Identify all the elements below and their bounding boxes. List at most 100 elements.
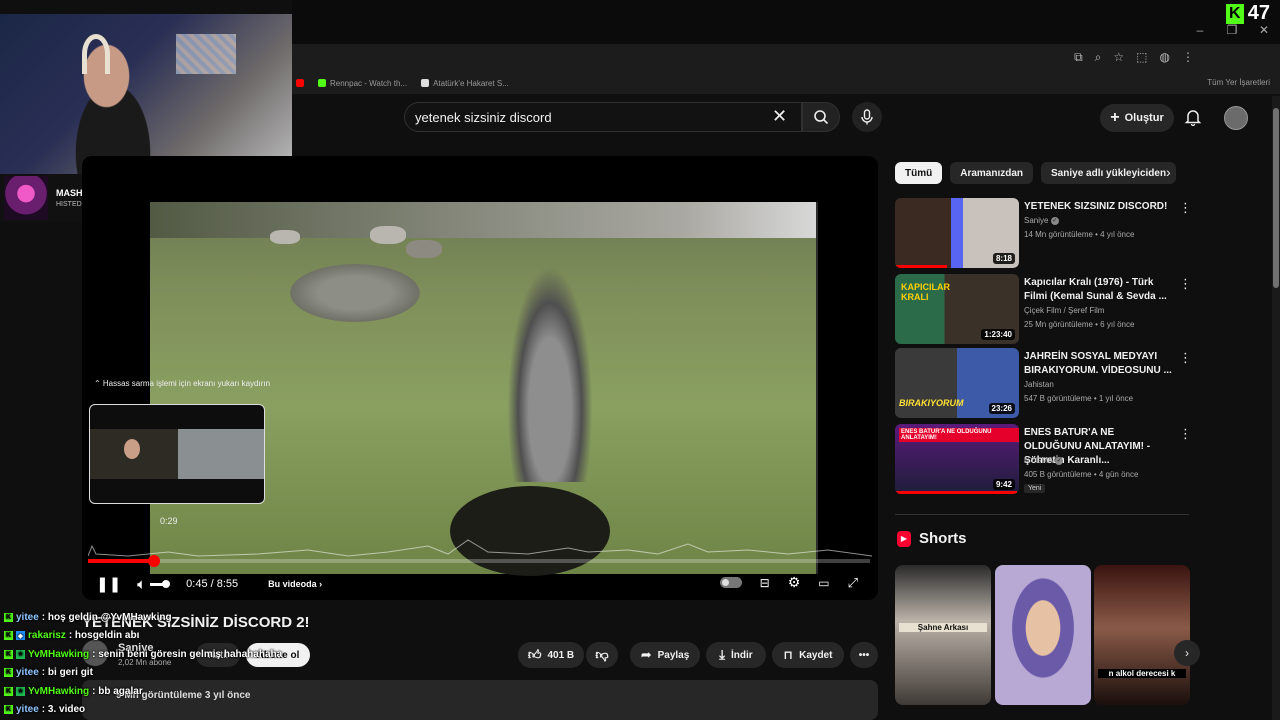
progress-played: [88, 559, 154, 563]
emu-image: [500, 242, 600, 482]
more-actions-button[interactable]: •••: [850, 642, 878, 668]
like-button[interactable]: 👍︎ 401 B: [518, 642, 584, 668]
chip-from-search[interactable]: Aramanızdan: [950, 162, 1034, 184]
recommended-video[interactable]: BIRAKIYORUM 23:26 JAHREİN SOSYAL MEDYAYI…: [895, 348, 1195, 418]
verified-icon: ✓: [1050, 216, 1059, 225]
kick-badge-icon: K: [4, 686, 13, 696]
kick-viewer-badge: K 47: [1225, 2, 1270, 25]
page-scrollbar[interactable]: [1272, 96, 1280, 720]
chat-message: K ★ YvMHawking : bb agalar: [4, 685, 143, 697]
chip-all[interactable]: Tümü: [895, 162, 943, 184]
kick-badge-icon: K: [4, 649, 13, 659]
dislike-button[interactable]: 👎︎: [586, 642, 618, 668]
settings-gear-icon[interactable]: ⚙: [788, 574, 801, 591]
browser-toolbar: ⧉ ⌕ ☆ ⬚ ◍ ⋮: [292, 44, 1280, 72]
seek-preview-time: 0:29: [160, 516, 178, 526]
chat-message: K yitee : bi geri git: [4, 667, 93, 679]
subtitles-icon[interactable]: ⊟: [760, 576, 770, 590]
verified-icon: ✓: [1055, 456, 1064, 465]
bookmark-icon: ⊓: [783, 648, 794, 662]
star-icon[interactable]: ☆: [1113, 50, 1124, 65]
new-badge: Yeni: [1024, 484, 1046, 493]
cast-icon[interactable]: ⧉: [1074, 50, 1083, 65]
kick-badge-icon: K: [4, 668, 13, 678]
more-horizontal-icon: •••: [858, 649, 870, 661]
recommended-video[interactable]: KAPICILAR KRALI 1:23:40 Kapıcılar Kralı …: [895, 274, 1195, 344]
stream-chat: K yitee : hoş geldin @YvMHawking K ◆ rak…: [4, 608, 304, 719]
shorts-logo-icon: ▶: [897, 530, 911, 547]
chapters-button[interactable]: Bu videoda ›: [268, 579, 322, 589]
headphones-image: [82, 34, 110, 74]
video-thumbnail[interactable]: BIRAKIYORUM 23:26: [895, 348, 1019, 418]
progress-bar[interactable]: [88, 555, 870, 567]
chevron-right-icon[interactable]: ›: [1174, 640, 1200, 666]
search-input[interactable]: yetenek sizsiniz discord: [404, 102, 802, 132]
minimize-button[interactable]: –: [1184, 18, 1216, 42]
kick-logo-icon: K: [1225, 3, 1244, 24]
theater-mode-icon[interactable]: ▭: [818, 576, 829, 590]
more-vertical-icon[interactable]: ⋮: [1179, 350, 1192, 366]
chip-from-uploader[interactable]: Saniye adlı yükleyiciden: [1041, 162, 1177, 184]
page-icon: [421, 79, 430, 87]
time-display: 0:45 / 8:55: [186, 578, 239, 590]
zoom-icon[interactable]: ⌕: [1095, 50, 1102, 65]
short-item[interactable]: n alkol derecesi k: [1094, 565, 1190, 705]
bookmark-item[interactable]: Atatürk'e Hakaret S...: [421, 79, 509, 88]
search-icon: [814, 110, 829, 125]
browser-titlebar: – ❐ ✕: [292, 0, 1280, 44]
kick-badge-icon: K: [4, 612, 13, 622]
chat-message: K yitee : 3. video: [4, 704, 86, 716]
kick-badge-icon: K: [4, 631, 13, 641]
short-item[interactable]: Şahne Arkası: [895, 565, 991, 705]
download-button[interactable]: ⤓ İndir: [706, 642, 766, 668]
pause-icon[interactable]: ❚❚: [96, 575, 121, 593]
clear-search-icon[interactable]: ✕: [772, 106, 787, 127]
all-bookmarks[interactable]: Tüm Yer İşaretleri: [1207, 78, 1270, 87]
bookmarks-bar: Rennpac - Watch th... Atatürk'e Hakaret …: [292, 72, 1280, 94]
subscriber-badge-icon: ★: [16, 686, 25, 696]
viewer-count: 47: [1247, 2, 1270, 24]
subscriber-badge-icon: ★: [16, 649, 25, 659]
scrubber-handle[interactable]: [147, 555, 160, 567]
search-button[interactable]: [802, 102, 840, 132]
save-button[interactable]: ⊓ Kaydet: [772, 642, 844, 668]
short-item[interactable]: [995, 565, 1091, 705]
scrollbar-thumb[interactable]: [1273, 108, 1279, 288]
thumbs-down-icon: 👎︎: [595, 647, 609, 662]
sheep-image: [270, 230, 300, 244]
player-controls: ❚❚ 🔈︎ 0:45 / 8:55 Bu videoda › ⊟ ⚙ ▭ ⤢: [82, 570, 878, 598]
video-thumbnail[interactable]: ENES BATUR'A NE OLDUĞUNU ANLATAYIM! 9:42: [895, 424, 1019, 494]
more-vertical-icon[interactable]: ⋮: [1179, 276, 1192, 292]
fullscreen-icon[interactable]: ⤢: [848, 575, 858, 591]
volume-icon[interactable]: 🔈︎: [137, 576, 146, 593]
thumbs-up-icon: 👍︎: [527, 647, 542, 662]
bookmark-youtube[interactable]: [296, 79, 304, 87]
video-thumbnail[interactable]: 8:18: [895, 198, 1019, 268]
voice-search-button[interactable]: [852, 102, 882, 132]
notifications-bell-icon[interactable]: [1184, 108, 1202, 126]
streamer-webcam: [0, 14, 292, 174]
filter-chips: Tümü Aramanızdan Saniye adlı yükleyicide…: [895, 162, 1177, 184]
video-thumbnail[interactable]: KAPICILAR KRALI 1:23:40: [895, 274, 1019, 344]
menu-icon[interactable]: ⋮: [1182, 50, 1194, 65]
more-vertical-icon[interactable]: ⋮: [1179, 200, 1192, 216]
extensions-icon[interactable]: ⬚: [1136, 50, 1147, 65]
chat-message: K ★ YvMHawking : senin beni göresin gelm…: [4, 648, 283, 660]
autoplay-toggle[interactable]: [719, 577, 742, 588]
kick-badge-icon: K: [4, 705, 13, 715]
account-avatar[interactable]: [1224, 106, 1248, 130]
more-vertical-icon[interactable]: ⋮: [1179, 426, 1192, 442]
share-button[interactable]: ➦ Paylaş: [630, 642, 700, 668]
chevron-right-icon[interactable]: ›: [1166, 164, 1171, 180]
watch-progress: [895, 265, 948, 268]
sheep-image: [370, 226, 406, 244]
chat-message: K yitee : hoş geldin @YvMHawking: [4, 611, 172, 623]
volume-slider[interactable]: [150, 579, 171, 588]
album-art: [4, 176, 48, 220]
create-button[interactable]: + Oluştur: [1100, 104, 1174, 132]
profile-icon[interactable]: ◍: [1160, 50, 1170, 65]
recommended-video[interactable]: 8:18 YETENEK SIZSINIZ DISCORD! Saniye ✓ …: [895, 198, 1195, 268]
precise-seek-hint: ⌃ Hassas sarma işlemi için ekranı yukarı…: [93, 379, 271, 388]
bookmark-item[interactable]: Rennpac - Watch th...: [318, 79, 407, 88]
recommended-video[interactable]: ENES BATUR'A NE OLDUĞUNU ANLATAYIM! 9:42…: [895, 424, 1195, 494]
